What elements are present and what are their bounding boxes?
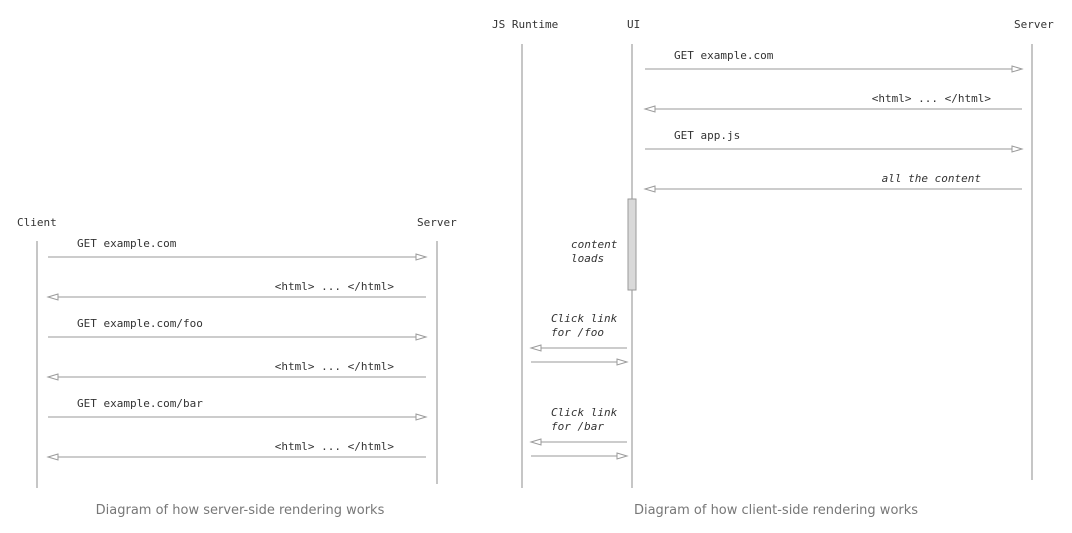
click-label-line: Click link (551, 312, 618, 325)
csr-message-arrow: GET app.js (645, 129, 1024, 153)
ssr-diagram: Client Server GET example.com <html> ...… (17, 216, 457, 518)
ssr-participant-client: Client (17, 216, 57, 229)
csr-caption: Diagram of how client-side rendering wor… (634, 503, 918, 518)
csr-message-arrow: all the content (643, 172, 1022, 193)
ssr-caption: Diagram of how server-side rendering wor… (96, 503, 385, 518)
ssr-message-label: <html> ... </html> (275, 280, 395, 293)
ssr-message-arrow: <html> ... </html> (46, 440, 426, 461)
ui-activation-bar (627, 198, 637, 291)
activation-note-line: loads (571, 252, 604, 265)
ssr-message-label: GET example.com/foo (77, 317, 203, 330)
ssr-message-label: <html> ... </html> (275, 440, 395, 453)
csr-message-arrow: GET example.com (645, 49, 1024, 73)
csr-message-label: GET app.js (674, 129, 740, 142)
csr-participant-ui: UI (627, 18, 640, 31)
ssr-message-arrow: <html> ... </html> (46, 360, 426, 381)
click-label-line: Click link (551, 406, 618, 419)
csr-message-label: all the content (882, 172, 982, 185)
ssr-message-arrow: GET example.com (48, 237, 428, 261)
csr-diagram: JS Runtime UI Server GET example.com <ht… (492, 18, 1054, 518)
csr-message-arrow: <html> ... </html> (643, 92, 1022, 113)
ssr-message-label: GET example.com (77, 237, 177, 250)
ssr-message-label: GET example.com/bar (77, 397, 203, 410)
click-label-line: for /bar (551, 420, 604, 433)
csr-message-label: GET example.com (674, 49, 774, 62)
activation-note-line: content (571, 238, 618, 251)
csr-message-label: <html> ... </html> (872, 92, 992, 105)
csr-participant-server: Server (1014, 18, 1054, 31)
click-label-line: for /foo (551, 326, 604, 339)
csr-click-bar: Click link for /bar (529, 406, 629, 460)
csr-participant-js-runtime: JS Runtime (492, 18, 558, 31)
ssr-message-arrow: GET example.com/foo (48, 317, 428, 341)
diagram-canvas: Client Server GET example.com <html> ...… (17, 18, 1054, 518)
ssr-message-arrow: <html> ... </html> (46, 280, 426, 301)
ssr-message-label: <html> ... </html> (275, 360, 395, 373)
csr-click-foo: Click link for /foo (529, 312, 629, 366)
ssr-participant-server: Server (417, 216, 457, 229)
ssr-message-arrow: GET example.com/bar (48, 397, 428, 421)
